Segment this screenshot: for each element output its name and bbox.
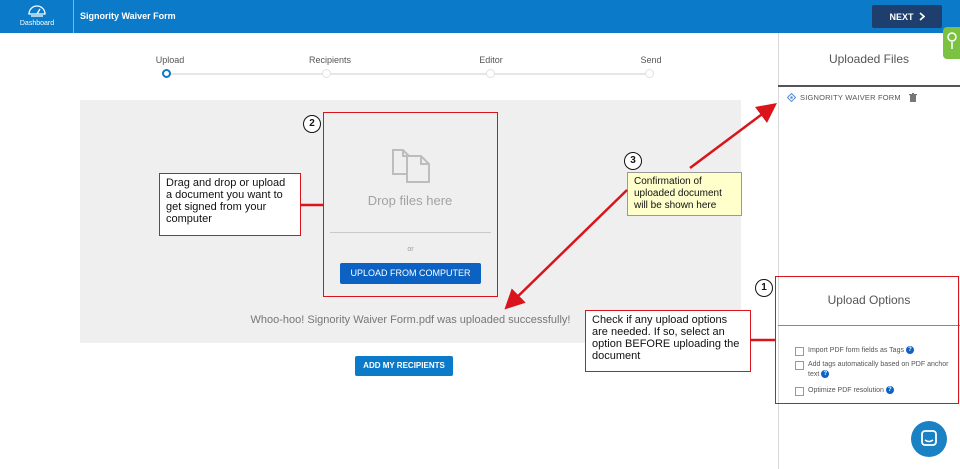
annotation-number-3: 3 bbox=[624, 152, 642, 170]
step-send-label: Send bbox=[640, 55, 662, 65]
uploaded-files-title: Uploaded Files bbox=[828, 52, 910, 66]
dashboard-label: Dashboard bbox=[19, 20, 55, 27]
step-track bbox=[170, 73, 648, 75]
add-recipients-button[interactable]: ADD MY RECIPIENTS bbox=[355, 356, 453, 376]
document-title: Signority Waiver Form bbox=[80, 11, 176, 21]
next-label: NEXT bbox=[889, 11, 914, 22]
uploaded-file-name: SIGNORITY WAIVER FORM bbox=[800, 93, 901, 102]
annotation-drag-drop: Drag and drop or upload a document you w… bbox=[159, 173, 301, 236]
top-bar: Dashboard Signority Waiver Form NEXT bbox=[0, 0, 960, 33]
step-recipients-dot[interactable] bbox=[322, 69, 331, 78]
dashboard-icon bbox=[28, 5, 46, 17]
annotation-confirmation: Confirmation of uploaded document will b… bbox=[627, 172, 742, 216]
dashboard-button[interactable]: Dashboard bbox=[0, 0, 74, 33]
uploaded-file-item[interactable]: SIGNORITY WAIVER FORM bbox=[787, 93, 917, 102]
annotation-number-2: 2 bbox=[303, 115, 321, 133]
annotation-highlight-dropzone bbox=[323, 112, 498, 297]
next-button[interactable]: NEXT bbox=[872, 5, 942, 28]
step-send-dot[interactable] bbox=[645, 69, 654, 78]
annotation-number-1: 1 bbox=[755, 279, 773, 297]
chat-icon bbox=[921, 430, 937, 446]
trash-icon[interactable] bbox=[908, 93, 917, 102]
annotation-check-options: Check if any upload options are needed. … bbox=[585, 310, 751, 372]
step-editor-label: Editor bbox=[479, 55, 503, 65]
uploaded-files-divider bbox=[778, 85, 960, 87]
file-diamond-icon bbox=[787, 93, 796, 102]
annotation-highlight-options bbox=[775, 276, 959, 404]
step-recipients-label: Recipients bbox=[308, 55, 352, 65]
chevron-right-icon bbox=[918, 12, 925, 21]
step-editor-dot[interactable] bbox=[486, 69, 495, 78]
step-upload-dot[interactable] bbox=[162, 69, 171, 78]
step-upload-label: Upload bbox=[155, 55, 185, 65]
chat-button[interactable] bbox=[911, 421, 947, 457]
